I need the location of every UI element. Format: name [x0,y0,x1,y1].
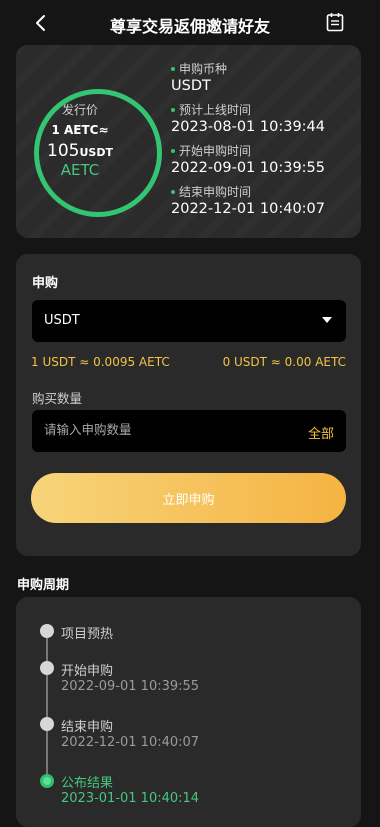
bullet-dot [171,189,175,194]
timeline-node [40,624,54,638]
quantity-field[interactable]: 全部 [32,410,346,452]
info-value: 2023-08-01 10:39:44 [171,119,325,135]
period-card: 项目预热 开始申购 2022-09-01 10:39:55 结束申购 2022-… [16,597,361,827]
step-time: 2022-12-01 10:40:07 [61,735,200,750]
step-time: 2023-01-01 10:40:14 [61,791,200,806]
subscribe-title: 申购 [32,276,59,291]
currency-select[interactable]: USDT [32,300,346,342]
info-label: 结束申购时间 [179,185,252,199]
timeline-node-active [40,774,54,788]
timeline-node [40,717,54,731]
issue-price-label: 发行价 [61,103,98,117]
quantity-label: 购买数量 [32,391,83,406]
price-ring-content: 发行价 1 AETC≈ 105USDT AETC [16,0,144,240]
timeline-node [40,661,54,675]
currency-select-value: USDT [44,313,80,328]
quantity-input[interactable] [44,422,274,437]
step-label: 公布结果 [61,776,114,791]
step-label: 开始申购 [61,664,114,679]
info-currency: 申购币种 USDT [171,60,227,94]
bullet-dot [171,148,175,153]
issue-rate-line: 1 AETC≈ [51,123,109,137]
step-label: 项目预热 [61,627,114,642]
rate-amount: 105 [47,141,80,161]
rate-reference: 1 USDT ≈ 0.0095 AETC [31,355,170,369]
chevron-down-icon[interactable] [322,317,332,323]
rate-unit: USDT [79,146,113,159]
bullet-dot [171,66,175,71]
info-label: 开始申购时间 [179,144,252,158]
token-name: AETC [60,161,100,179]
subscribe-card: 申购 USDT 1 USDT ≈ 0.0095 AETC 0 USDT ≈ 0.… [16,254,361,556]
step-time: 2022-09-01 10:39:55 [61,679,200,694]
bullet-dot [171,107,175,112]
issue-rate-amount: 105USDT [16,141,144,161]
info-value: USDT [171,78,211,94]
info-value: 2022-12-01 10:40:07 [171,201,325,217]
rate-estimate: 0 USDT ≈ 0.00 AETC [222,355,346,369]
subscribe-button[interactable]: 立即申购 [31,473,346,523]
info-start-time: 开始申购时间 2022-09-01 10:39:55 [171,142,325,176]
calendar-icon[interactable] [326,12,344,32]
subscribe-button-label: 立即申购 [162,493,215,508]
info-listing-time: 预计上线时间 2023-08-01 10:39:44 [171,101,325,135]
info-end-time: 结束申购时间 2022-12-01 10:40:07 [171,183,325,217]
all-button[interactable]: 全部 [308,423,334,442]
info-value: 2022-09-01 10:39:55 [171,160,325,176]
timeline-line [46,633,48,783]
period-title: 申购周期 [17,578,70,593]
step-label: 结束申购 [61,720,114,735]
info-label: 预计上线时间 [179,103,252,117]
info-label: 申购币种 [179,62,228,76]
